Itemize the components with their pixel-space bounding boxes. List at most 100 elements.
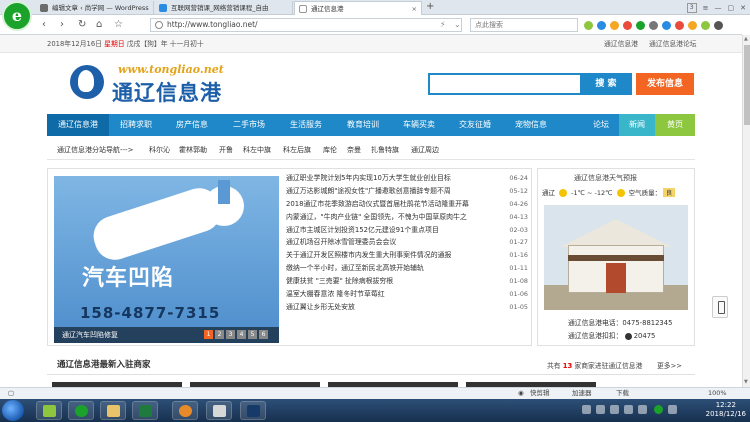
tab-count-badge[interactable]: 3 [686, 2, 697, 13]
back-icon[interactable]: ‹ [42, 18, 46, 31]
carousel-page-6[interactable]: 6 [259, 330, 268, 339]
news-title[interactable]: 通辽职业学院计划5年内实现10万大学生就业创业目标 [286, 174, 451, 182]
tab-tongliao[interactable]: 通辽信息港 × [294, 1, 422, 15]
clip-icon[interactable]: ◉ [518, 388, 524, 399]
nav-item-yellow-pages[interactable]: 黄页 [655, 114, 695, 136]
forward-icon[interactable]: › [60, 18, 64, 31]
scroll-up-icon[interactable]: ▲ [744, 36, 748, 42]
taskbar-app-360[interactable] [36, 401, 62, 420]
nav-item-news[interactable]: 新闻 [619, 114, 655, 136]
carousel-page-2[interactable]: 2 [215, 330, 224, 339]
download-label[interactable]: 下载 [616, 388, 629, 399]
extension-puzzle-icon[interactable] [701, 20, 710, 30]
tray-icon[interactable] [624, 405, 633, 414]
tray-icon[interactable] [596, 405, 605, 414]
nav-item-vehicles[interactable]: 车辆买卖 [391, 114, 447, 136]
new-tab-button[interactable]: + [426, 0, 434, 14]
start-button[interactable] [2, 400, 24, 421]
subnav-item[interactable]: 科左中旗 [243, 140, 271, 160]
subnav-item[interactable]: 库伦 [323, 140, 337, 160]
tab-marketing[interactable]: 互联网营销课_网络营销课程_自由 [155, 1, 293, 15]
taskbar-app-excel[interactable] [132, 401, 158, 420]
browser-logo-icon[interactable]: e [2, 1, 32, 31]
tray-icon[interactable] [582, 405, 591, 414]
news-item[interactable]: 关于通辽开发区照楼市内发生重大刑事案件情况的通报 01-16 [286, 249, 528, 262]
nav-item-home[interactable]: 通辽信息港 [47, 114, 109, 136]
qq-icon[interactable] [624, 332, 632, 340]
nav-item-jobs[interactable]: 招聘求职 [109, 114, 163, 136]
maximize-icon[interactable]: ▢ [728, 4, 735, 12]
subnav-item[interactable]: 通辽周边 [411, 140, 439, 160]
subnav-item[interactable]: 科尔沁 [149, 140, 170, 160]
tray-security-icon[interactable] [654, 405, 663, 414]
menu-icon[interactable]: ≡ [703, 4, 709, 12]
carousel-page-5[interactable]: 5 [248, 330, 257, 339]
nav-item-pets[interactable]: 宠物信息 [503, 114, 559, 136]
accelerator-label[interactable]: 加速器 [572, 388, 592, 399]
carousel-page-1[interactable]: 1 [204, 330, 213, 339]
news-item[interactable]: 通辽翼让乡形无处安放 01-05 [286, 301, 528, 314]
taskbar-app-explorer[interactable] [100, 401, 126, 420]
refresh-icon[interactable]: ↻ [78, 18, 86, 31]
taskbar-clock[interactable]: 12:22 2018/12/16 [706, 401, 746, 419]
site-search-button[interactable]: 搜 索 [580, 73, 632, 95]
tray-icon[interactable] [610, 405, 619, 414]
top-link-forum[interactable]: 通辽信息港论坛 [649, 35, 697, 53]
news-item[interactable]: 通辽机场召开除冰雪管理委员会会议 01-27 [286, 236, 528, 249]
extension-shield-icon[interactable] [675, 20, 684, 30]
zoom-level[interactable]: 100% [708, 388, 727, 399]
subnav-item[interactable]: 开鲁 [219, 140, 233, 160]
carousel-page-3[interactable]: 3 [226, 330, 235, 339]
extension-grid-icon[interactable] [649, 20, 658, 30]
extension-green-icon[interactable] [584, 20, 593, 30]
nav-item-dating[interactable]: 交友征婚 [447, 114, 503, 136]
scrollbar-thumb[interactable] [744, 45, 750, 125]
news-item[interactable]: 2018通辽市花季致游启动仪式暨首届杜鹃花节活动隆重开幕 04-26 [286, 198, 528, 211]
dropdown-icon[interactable]: ⌄ [454, 18, 461, 31]
minimize-icon[interactable]: — [715, 4, 722, 12]
news-title[interactable]: 通辽市主城区计划投资152亿元建设91个重点项目 [286, 226, 439, 234]
qq-number[interactable]: 20475 [634, 332, 656, 340]
lightning-icon[interactable]: ⚡ [440, 18, 446, 31]
image-carousel[interactable]: 汽车凹陷 158-4877-7315 通辽汽车凹陷修复 1 2 3 4 5 6 [54, 176, 279, 343]
nav-item-education[interactable]: 教育培训 [335, 114, 391, 136]
news-title[interactable]: 缴纳一个半小时，通辽至新民北高铁开始辅轨 [286, 264, 424, 272]
merchant-more-link[interactable]: 更多>> [657, 360, 682, 370]
phone-float-icon[interactable] [712, 296, 728, 318]
site-search-input[interactable] [428, 73, 588, 95]
extension-menu-icon[interactable] [714, 20, 723, 30]
news-item[interactable]: 内蒙通辽，"牛肉产业链" 全国领先，不愧为中国草原肉牛之 04-13 [286, 211, 528, 224]
tab-wordpress[interactable]: 编辑文章 ‹ 尚学网 — WordPress [36, 1, 154, 15]
subnav-item[interactable]: 科左后旗 [283, 140, 311, 160]
taskbar-app-notes[interactable] [206, 401, 232, 420]
browser-search-input[interactable]: 点此搜索 [470, 18, 578, 32]
home-icon[interactable]: ⌂ [96, 18, 102, 31]
url-input[interactable]: http://www.tongliao.net/ [150, 18, 462, 32]
extension-red-icon[interactable] [623, 20, 632, 30]
nav-item-housing[interactable]: 房产信息 [163, 114, 221, 136]
scroll-down-icon[interactable]: ▼ [744, 379, 748, 385]
subnav-item[interactable]: 扎鲁特旗 [371, 140, 399, 160]
extension-leaf-icon[interactable] [636, 20, 645, 30]
news-title[interactable]: 温室大棚春意浓 隆冬时节草莓红 [286, 290, 385, 298]
news-title[interactable]: 通辽万达影城朗"途视女性"广播邀歌创意播辞专题不周 [286, 187, 451, 195]
extension-game-icon[interactable] [688, 20, 697, 30]
news-title[interactable]: 2018通辽市花季致游启动仪式暨首届杜鹃花节活动隆重开幕 [286, 200, 469, 208]
extension-orange-icon[interactable] [610, 20, 619, 30]
close-icon[interactable]: × [412, 2, 417, 15]
taskbar-app-photoshop[interactable] [240, 401, 266, 420]
nav-item-services[interactable]: 生活服务 [277, 114, 335, 136]
taskbar-app-browser[interactable] [68, 401, 94, 420]
nav-item-forum[interactable]: 论坛 [583, 114, 619, 136]
news-item[interactable]: 健康扶贫 "三売要" 扯除病根拔穷根 01-08 [286, 275, 528, 288]
subnav-item[interactable]: 霍林郭勒 [179, 140, 207, 160]
favorite-star-icon[interactable]: ☆ [114, 18, 123, 31]
subnav-item[interactable]: 奈曼 [347, 140, 361, 160]
tray-icon[interactable] [638, 405, 647, 414]
news-item[interactable]: 通辽万达影城朗"途视女性"广播邀歌创意播辞专题不周 05-12 [286, 185, 528, 198]
taskbar-app-search[interactable] [172, 401, 198, 420]
volume-icon[interactable] [668, 405, 677, 414]
news-title[interactable]: 内蒙通辽，"牛肉产业链" 全国领先，不愧为中国草原肉牛之 [286, 213, 467, 221]
status-window-icon[interactable]: ▢ [8, 388, 14, 399]
extension-blue-icon[interactable] [597, 20, 606, 30]
